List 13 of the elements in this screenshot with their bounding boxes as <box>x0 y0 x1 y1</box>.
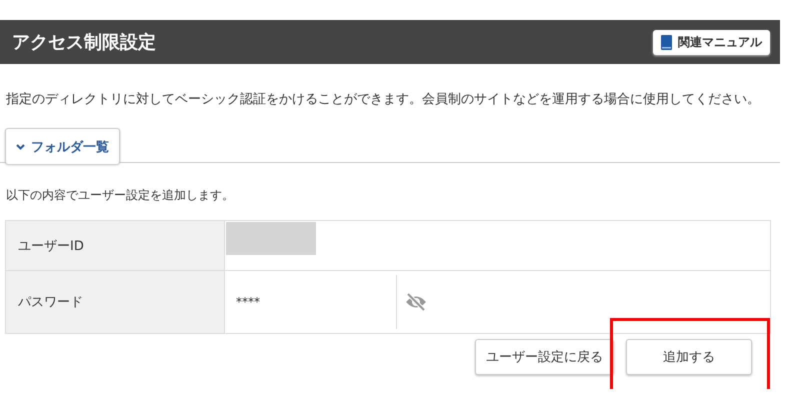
eye-slash-icon[interactable] <box>405 293 427 311</box>
field-label: ユーザーID <box>6 220 224 270</box>
field-label: パスワード <box>6 270 224 334</box>
folder-list-tab[interactable]: フォルダ一覧 <box>5 128 120 164</box>
book-icon <box>661 34 672 50</box>
manual-button[interactable]: 関連マニュアル <box>653 30 770 54</box>
add-button[interactable]: 追加する <box>626 339 752 375</box>
back-button[interactable]: ユーザー設定に戻る <box>475 339 614 375</box>
intro-text: 以下の内容でユーザー設定を追加します。 <box>6 187 235 204</box>
page-title: アクセス制限設定 <box>12 31 156 54</box>
password-field[interactable]: **** <box>226 295 396 309</box>
description: 指定のディレクトリに対してベーシック認証をかけることができます。会員制のサイトなどを運用する場合に使用してください。 <box>6 91 761 109</box>
chevron-icon <box>16 144 25 150</box>
